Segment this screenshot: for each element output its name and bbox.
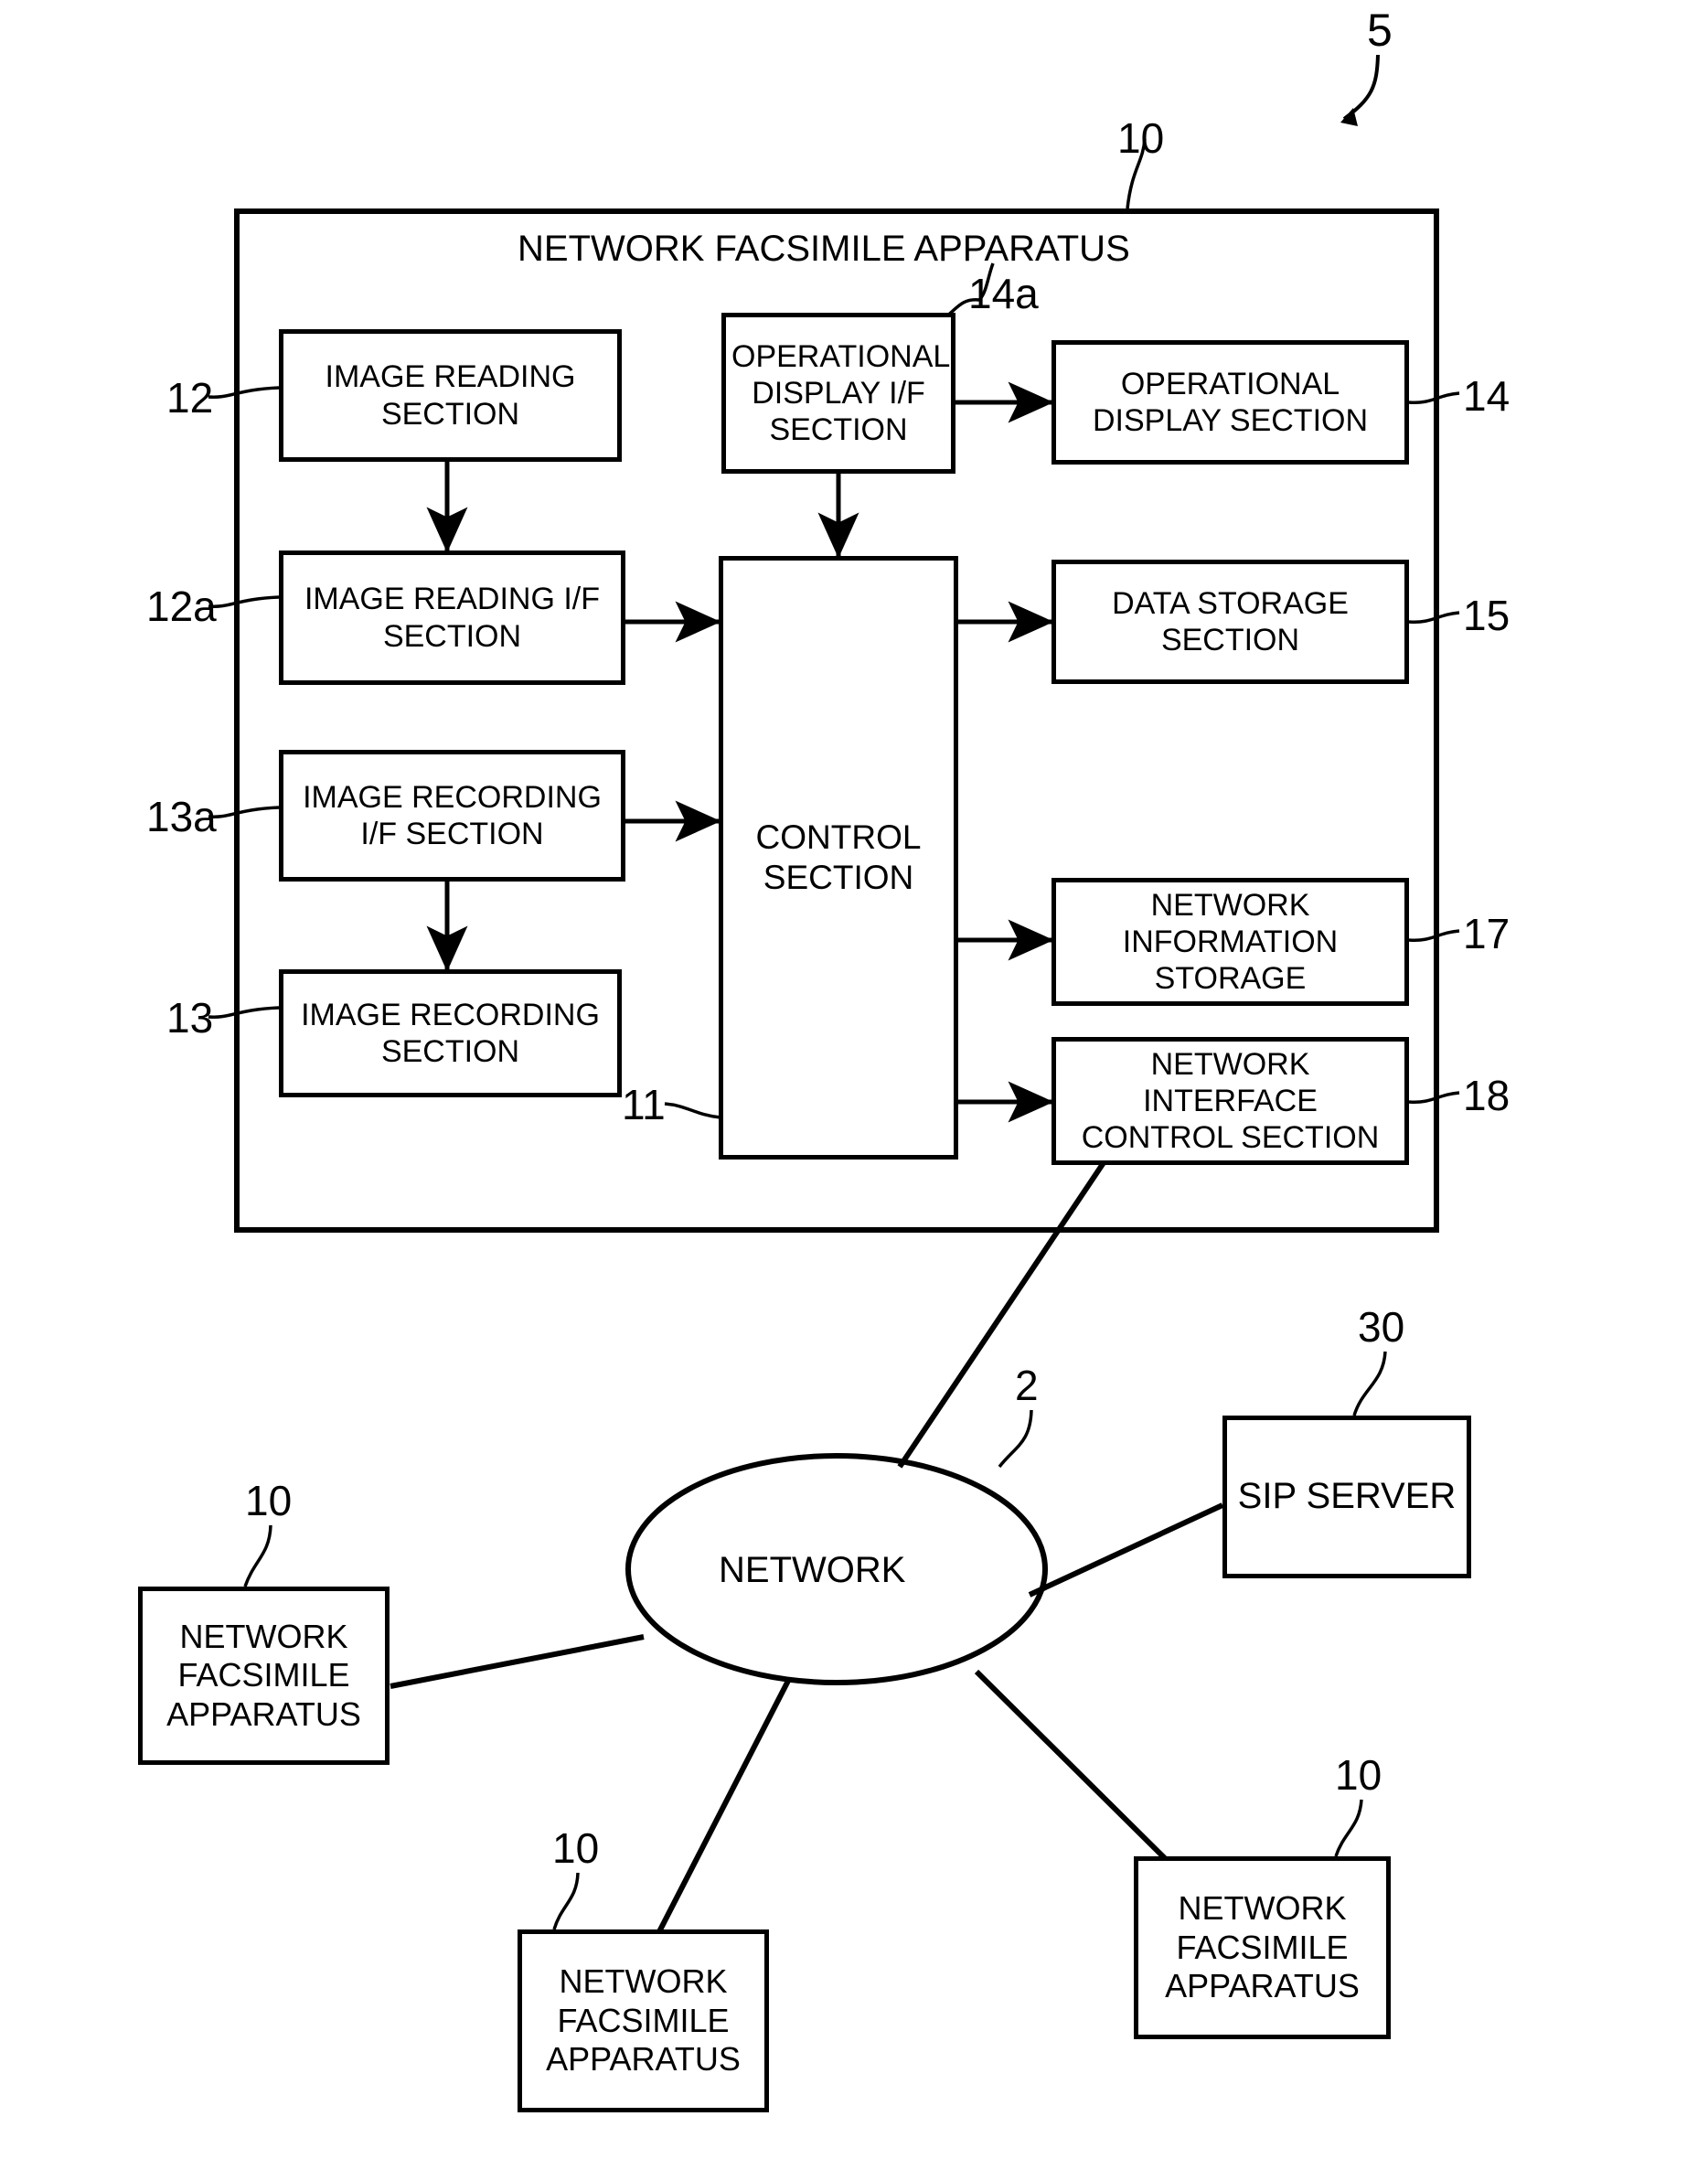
block-label: OPERATIONAL DISPLAY SECTION [1092,366,1369,438]
ref-numeral-15: 15 [1463,592,1511,639]
block-label: IMAGE READING I/F SECTION [304,582,601,654]
ref-numeral-13: 13 [166,994,214,1042]
ref-numeral-17: 17 [1463,910,1511,957]
block-control-section[interactable]: CONTROL SECTION [719,556,958,1160]
block-network-interface-control-section[interactable]: NETWORK INTERFACE CONTROL SECTION [1051,1037,1409,1165]
network-cloud-label: NETWORK [719,1550,906,1590]
block-label: IMAGE READING SECTION [325,359,576,432]
block-label: IMAGE RECORDING SECTION [301,997,600,1069]
ref-numeral-12a: 12a [146,583,217,630]
ref-numeral-12: 12 [166,374,214,422]
block-label: NETWORK INTERFACE CONTROL SECTION [1081,1046,1380,1156]
node-sip-server[interactable]: SIP SERVER [1222,1416,1471,1578]
ref-numeral-14a: 14a [968,270,1039,317]
block-network-information-storage[interactable]: NETWORK INFORMATION STORAGE [1051,878,1409,1006]
ref-numeral-10-apparatus: 10 [1117,114,1165,162]
node-fax-bottom-right[interactable]: NETWORK FACSIMILE APPARATUS [1134,1856,1391,2039]
ref-numeral-5: 5 [1367,5,1393,56]
block-operational-display-if-section[interactable]: OPERATIONAL DISPLAY I/F SECTION [721,313,955,474]
ref-numeral-10-fax-bottom-center: 10 [552,1824,600,1872]
ref-numeral-30: 30 [1358,1303,1405,1351]
ref-numeral-10-fax-bottom-right: 10 [1335,1751,1382,1799]
block-label: IMAGE RECORDING I/F SECTION [303,779,602,851]
node-label: SIP SERVER [1237,1476,1457,1517]
block-image-recording-section[interactable]: IMAGE RECORDING SECTION [279,969,622,1097]
apparatus-title: NETWORK FACSIMILE APPARATUS [518,229,1130,269]
ref-numeral-2: 2 [1015,1362,1039,1409]
ref-numeral-10-fax-left: 10 [245,1477,293,1524]
block-image-reading-section[interactable]: IMAGE READING SECTION [279,329,622,462]
ref-numeral-14: 14 [1463,372,1511,420]
block-data-storage-section[interactable]: DATA STORAGE SECTION [1051,560,1409,684]
block-label: NETWORK INFORMATION STORAGE [1122,887,1339,997]
block-label: CONTROL SECTION [755,818,922,896]
ref-numeral-13a: 13a [146,793,217,840]
node-fax-left[interactable]: NETWORK FACSIMILE APPARATUS [138,1587,390,1765]
block-operational-display-section[interactable]: OPERATIONAL DISPLAY SECTION [1051,340,1409,465]
ref-numeral-18: 18 [1463,1072,1511,1119]
patent-figure: NETWORK FACSIMILE APPARATUS IMAGE READIN… [0,0,1708,2159]
block-label: DATA STORAGE SECTION [1112,585,1349,657]
node-label: NETWORK FACSIMILE APPARATUS [1165,1889,1360,2005]
ref-numeral-11: 11 [622,1081,666,1128]
block-image-reading-if-section[interactable]: IMAGE READING I/F SECTION [279,550,625,685]
node-label: NETWORK FACSIMILE APPARATUS [166,1617,361,1733]
block-image-recording-if-section[interactable]: IMAGE RECORDING I/F SECTION [279,750,625,882]
node-fax-bottom-center[interactable]: NETWORK FACSIMILE APPARATUS [518,1929,769,2112]
node-label: NETWORK FACSIMILE APPARATUS [546,1962,741,2079]
block-label: OPERATIONAL DISPLAY I/F SECTION [731,338,951,448]
